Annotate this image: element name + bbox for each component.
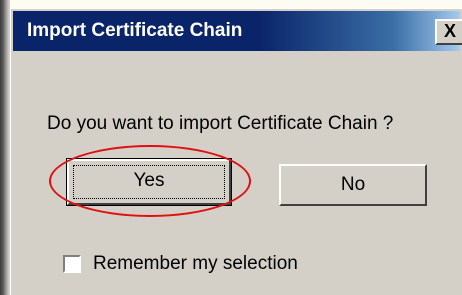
dialog-title: Import Certificate Chain <box>27 20 243 41</box>
title-bar[interactable]: Import Certificate Chain X <box>13 11 462 51</box>
question-text: Do you want to import Certificate Chain … <box>47 113 394 134</box>
remember-selection-checkbox[interactable] <box>63 255 81 273</box>
remember-selection-label[interactable]: Remember my selection <box>93 253 298 275</box>
import-certificate-dialog: Import Certificate Chain X Do you want t… <box>10 8 462 295</box>
close-icon: X <box>443 21 456 41</box>
no-button[interactable]: No <box>279 164 427 206</box>
screenshot-frame: Import Certificate Chain X Do you want t… <box>0 0 462 295</box>
close-button[interactable]: X <box>435 19 462 45</box>
red-ellipse-annotation <box>49 145 251 217</box>
background-window-edge <box>0 0 10 295</box>
no-button-label: No <box>340 174 366 195</box>
